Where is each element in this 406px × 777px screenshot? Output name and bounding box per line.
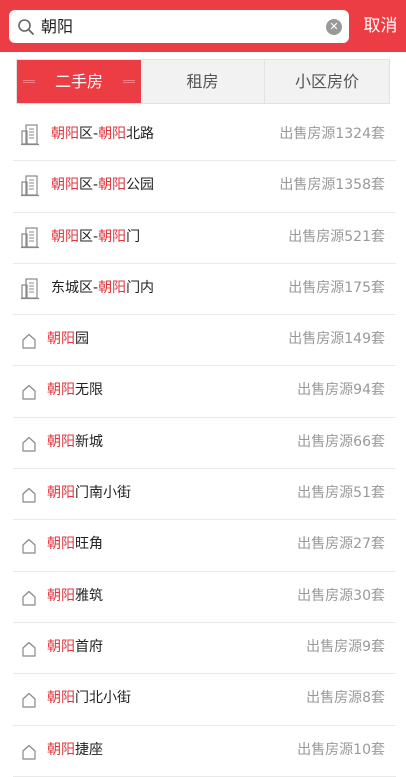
name-text: 首府 (75, 638, 103, 655)
list-item[interactable]: 朝阳首府 出售房源9套 (13, 623, 396, 675)
name-text: 公园 (126, 177, 155, 194)
listing-count: 出售房源1324套 (279, 126, 385, 142)
keyword-highlight: 朝阳 (47, 690, 75, 707)
house-icon (21, 744, 37, 764)
tab-rent[interactable]: 租房 (141, 60, 265, 103)
result-name: 朝阳区-朝阳北路 (51, 110, 154, 158)
listing-count: 出售房源8套 (306, 690, 385, 707)
name-text: 东城区- (51, 279, 99, 296)
tab-community-price[interactable]: 小区房价 (265, 60, 389, 103)
list-item[interactable]: 朝阳区-朝阳北路 出售房源1324套 (13, 110, 396, 162)
search-input[interactable]: 朝阳 ✕ (9, 10, 349, 43)
name-text: 园 (75, 331, 89, 348)
keyword-highlight: 朝阳 (47, 485, 75, 502)
keyword-highlight: 朝阳 (47, 587, 75, 604)
list-item[interactable]: 朝阳门南小街 出售房源51套 (13, 469, 396, 521)
name-text: 北路 (126, 126, 155, 142)
result-name: 朝阳区-朝阳公园 (51, 161, 154, 209)
list-item[interactable]: 朝阳区-朝阳公园 出售房源1358套 (13, 161, 396, 213)
keyword-highlight: 朝阳 (47, 741, 75, 758)
name-text: 区- (79, 177, 99, 194)
clear-icon[interactable]: ✕ (326, 19, 342, 35)
keyword-highlight: 朝阳 (98, 228, 127, 245)
list-item[interactable]: 东城区-朝阳门内 出售房源175套 (13, 264, 396, 316)
result-list: 朝阳区-朝阳北路 出售房源1324套 朝阳区-朝阳公园 出售房源1358套 朝阳区-朝阳… (0, 110, 406, 777)
list-item[interactable]: 朝阳园 出售房源149套 (13, 315, 396, 367)
listing-count: 出售房源66套 (297, 433, 385, 450)
listing-count: 出售房源521套 (288, 228, 385, 245)
keyword-highlight: 朝阳 (98, 279, 127, 296)
tab-decoration-right (123, 80, 135, 83)
keyword-highlight: 朝阳 (47, 433, 75, 450)
name-text: 无限 (75, 382, 103, 399)
result-name: 朝阳首府 (47, 623, 103, 671)
list-item[interactable]: 朝阳门北小街 出售房源8套 (13, 674, 396, 726)
house-icon (21, 384, 37, 404)
listing-count: 出售房源149套 (288, 331, 385, 348)
name-text: 捷座 (75, 741, 103, 758)
name-text: 门北小街 (75, 690, 131, 707)
search-icon (18, 19, 34, 35)
listing-count: 出售房源27套 (297, 536, 385, 553)
tab-decoration-left (23, 80, 35, 83)
house-icon (21, 538, 37, 558)
list-item[interactable]: 朝阳旺角 出售房源27套 (13, 520, 396, 572)
result-name: 朝阳旺角 (47, 520, 103, 568)
keyword-highlight: 朝阳 (51, 177, 79, 194)
name-text: 新城 (75, 433, 103, 450)
name-text: 区- (79, 126, 99, 142)
list-item[interactable]: 朝阳捷座 出售房源10套 (13, 726, 396, 777)
result-name: 朝阳门南小街 (47, 469, 131, 517)
result-name: 朝阳园 (47, 315, 89, 363)
cancel-button[interactable]: 取消 (355, 0, 406, 52)
result-name: 朝阳门北小街 (47, 674, 131, 722)
building-icon (21, 226, 41, 253)
keyword-highlight: 朝阳 (98, 126, 127, 142)
house-icon (21, 487, 37, 507)
keyword-highlight: 朝阳 (51, 228, 79, 245)
name-text: 区- (79, 228, 99, 245)
keyword-highlight: 朝阳 (47, 331, 75, 348)
search-header: 朝阳 ✕ 取消 (0, 0, 406, 52)
category-tabs: 二手房 租房 小区房价 (16, 59, 390, 104)
result-name: 朝阳新城 (47, 418, 103, 466)
result-name: 朝阳雅筑 (47, 572, 103, 620)
tab-label: 二手房 (54, 72, 103, 91)
search-query-text[interactable]: 朝阳 (41, 10, 73, 43)
result-name: 东城区-朝阳门内 (51, 264, 154, 312)
list-item[interactable]: 朝阳区-朝阳门 出售房源521套 (13, 213, 396, 264)
listing-count: 出售房源9套 (306, 638, 385, 655)
result-name: 朝阳捷座 (47, 726, 103, 774)
listing-count: 出售房源94套 (297, 382, 385, 399)
house-icon (21, 590, 37, 610)
house-icon (21, 333, 37, 353)
keyword-highlight: 朝阳 (47, 536, 75, 553)
listing-count: 出售房源1358套 (279, 177, 385, 194)
listing-count: 出售房源175套 (288, 279, 385, 296)
listing-count: 出售房源30套 (297, 587, 385, 604)
keyword-highlight: 朝阳 (47, 638, 75, 655)
result-name: 朝阳无限 (47, 366, 103, 414)
keyword-highlight: 朝阳 (98, 177, 127, 194)
building-icon (21, 124, 41, 150)
name-text: 门南小街 (75, 485, 131, 502)
list-item[interactable]: 朝阳新城 出售房源66套 (13, 418, 396, 470)
name-text: 门内 (126, 279, 155, 296)
listing-count: 出售房源10套 (297, 741, 385, 758)
name-text: 门 (126, 228, 141, 245)
name-text: 旺角 (75, 536, 103, 553)
house-icon (21, 692, 37, 712)
building-icon (21, 278, 41, 304)
keyword-highlight: 朝阳 (51, 126, 79, 142)
building-icon (21, 175, 41, 201)
tab-second-hand[interactable]: 二手房 (17, 60, 141, 103)
result-name: 朝阳区-朝阳门 (51, 213, 140, 261)
keyword-highlight: 朝阳 (47, 382, 75, 399)
listing-count: 出售房源51套 (297, 485, 385, 502)
name-text: 雅筑 (75, 587, 103, 604)
list-item[interactable]: 朝阳无限 出售房源94套 (13, 366, 396, 418)
list-item[interactable]: 朝阳雅筑 出售房源30套 (13, 572, 396, 623)
house-icon (21, 641, 37, 661)
house-icon (21, 436, 37, 456)
